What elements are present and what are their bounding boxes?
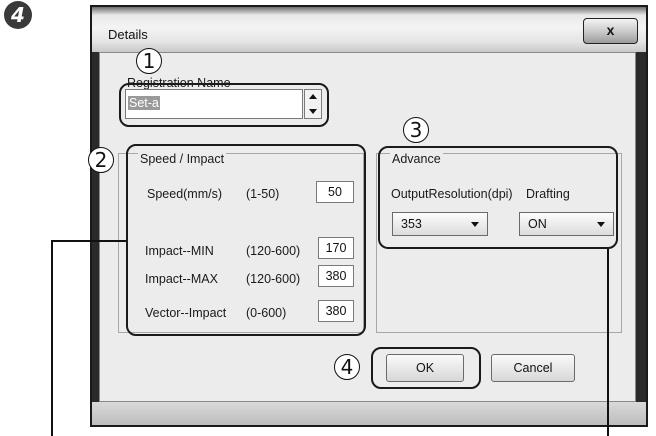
cancel-button[interactable]: Cancel [491,354,575,382]
vector-impact-label: Vector--Impact [145,306,227,320]
speed-range: (1-50) [246,187,280,201]
advance-title: Advance [390,152,443,166]
dialog-bottom-border [92,402,646,425]
drafting-label: Drafting [526,187,570,201]
ok-button[interactable]: OK [386,354,464,382]
impact-max-label: Impact--MAX [145,272,218,286]
vector-impact-range: (0-600) [246,306,287,320]
output-resolution-value: 353 [401,217,422,231]
chevron-down-icon [597,222,605,227]
output-resolution-select[interactable]: 353 [392,212,488,236]
callout-3: 3 [403,117,429,143]
impact-min-input[interactable]: 170 [318,237,354,259]
output-resolution-label: OutputResolution(dpi) [391,187,513,201]
drafting-value: ON [528,217,547,231]
vector-impact-input[interactable]: 380 [318,300,354,322]
callout-1: 1 [136,48,162,74]
speed-impact-title: Speed / Impact [138,152,227,166]
drafting-select[interactable]: ON [519,212,614,236]
dialog-titlebar[interactable] [92,7,646,52]
close-icon: x [606,22,615,38]
spin-down-icon[interactable] [309,109,317,114]
registration-name-input[interactable]: Set-a [125,89,303,119]
impact-max-range: (120-600) [246,272,301,286]
spin-up-icon[interactable] [309,94,317,99]
speed-input[interactable]: 50 [316,181,354,203]
leader-line-right-v [607,249,609,436]
registration-name-value: Set-a [128,96,160,110]
impact-min-range: (120-600) [246,244,301,258]
callout-4: 4 [334,354,360,380]
callout-2: 2 [88,147,114,173]
dialog-title: Details [108,27,148,42]
step-number-badge: 4 [4,1,32,29]
registration-spinner[interactable] [304,89,322,119]
close-button[interactable]: x [583,18,638,44]
impact-max-input[interactable]: 380 [318,265,354,287]
leader-line-left-v [51,240,53,436]
speed-label: Speed(mm/s) [147,187,223,201]
impact-min-label: Impact--MIN [145,244,214,258]
chevron-down-icon [471,222,479,227]
leader-line-left-h [51,240,126,242]
